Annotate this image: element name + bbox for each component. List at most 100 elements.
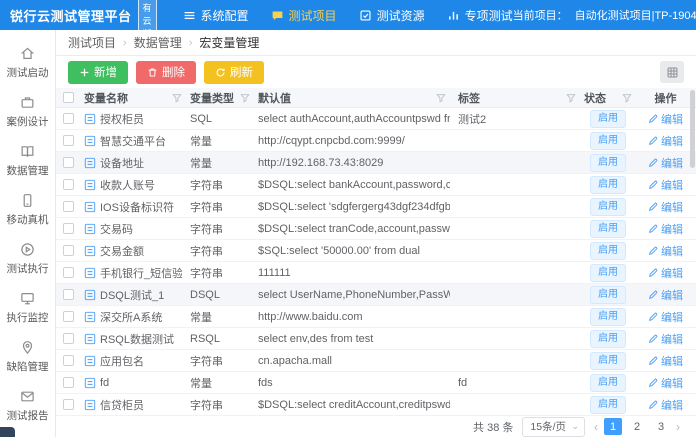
- row-checkbox[interactable]: [63, 245, 74, 256]
- pager: ‹ 1 2 3 ›: [594, 418, 680, 435]
- page-size-select[interactable]: 15条/页 ⌄: [522, 417, 585, 437]
- row-checkbox[interactable]: [63, 311, 74, 322]
- add-button[interactable]: 新增: [68, 61, 128, 84]
- sidebar-item-test-report[interactable]: 测试报告: [0, 381, 55, 430]
- table-row[interactable]: 应用包名 字符串 cn.apacha.mall 启用 编辑: [56, 350, 696, 372]
- row-checkbox[interactable]: [63, 179, 74, 190]
- row-checkbox[interactable]: [63, 201, 74, 212]
- row-checkbox[interactable]: [63, 157, 74, 168]
- current-project-name[interactable]: 自动化测试项目|TP-1904-: [575, 7, 696, 23]
- status-enable-button[interactable]: 启用: [590, 110, 626, 128]
- main-content: 测试项目 › 数据管理 › 宏变量管理 新增 删除 刷新: [56, 30, 696, 437]
- edit-link[interactable]: 编辑: [648, 243, 683, 259]
- prev-page-button[interactable]: ‹: [594, 420, 598, 434]
- macro-variable-table: 变量名称 变量类型 默认值 标签 状态: [56, 88, 696, 416]
- status-enable-button[interactable]: 启用: [590, 220, 626, 238]
- row-checkbox[interactable]: [63, 223, 74, 234]
- sidebar-item-test-execution[interactable]: 测试执行: [0, 234, 55, 283]
- edit-link[interactable]: 编辑: [648, 397, 683, 413]
- page-button-2[interactable]: 2: [628, 418, 646, 435]
- edit-link[interactable]: 编辑: [648, 309, 683, 325]
- table-row[interactable]: 智慧交通平台 常量 http://cqypt.cnpcbd.com:9999/ …: [56, 130, 696, 152]
- table-row[interactable]: 信贷柜员 字符串 $DSQL:select creditAccount,cred…: [56, 394, 696, 416]
- table-row[interactable]: 手机银行_短信验证码 字符串 111111 启用 编辑: [56, 262, 696, 284]
- table-row[interactable]: 交易码 字符串 $DSQL:select tranCode,account,pa…: [56, 218, 696, 240]
- nav-item-system-config[interactable]: 系统配置: [183, 7, 249, 24]
- table-row[interactable]: IOS设备标识符 字符串 $DSQL:select 'sdgfergerg43d…: [56, 196, 696, 218]
- default-value: http://192.168.73.43:8029: [254, 157, 450, 169]
- corner-widget[interactable]: [0, 427, 15, 437]
- edit-link[interactable]: 编辑: [648, 177, 683, 193]
- sidebar-item-mobile-device[interactable]: 移动真机: [0, 185, 55, 234]
- breadcrumb-item-data-management[interactable]: 数据管理: [134, 34, 182, 51]
- edit-link[interactable]: 编辑: [648, 155, 683, 171]
- edit-link[interactable]: 编辑: [648, 287, 683, 303]
- status-enable-button[interactable]: 启用: [590, 154, 626, 172]
- table-row[interactable]: 交易金额 字符串 $SQL:select '50000.00' from dua…: [56, 240, 696, 262]
- status-enable-button[interactable]: 启用: [590, 286, 626, 304]
- status-enable-button[interactable]: 启用: [590, 198, 626, 216]
- breadcrumb-item-test-project[interactable]: 测试项目: [68, 34, 116, 51]
- edit-link[interactable]: 编辑: [648, 133, 683, 149]
- nav-item-test-project[interactable]: 测试项目: [271, 7, 337, 24]
- next-page-button[interactable]: ›: [676, 420, 680, 434]
- pencil-icon: [648, 246, 658, 256]
- status-enable-button[interactable]: 启用: [590, 396, 626, 414]
- sidebar-item-defect-management[interactable]: 缺陷管理: [0, 332, 55, 381]
- filter-icon[interactable]: [172, 93, 182, 103]
- table-row[interactable]: DSQL测试_1 DSQL select UserName,PhoneNumbe…: [56, 284, 696, 306]
- status-enable-button[interactable]: 启用: [590, 352, 626, 370]
- table-row[interactable]: 授权柜员 SQL select authAccount,authAccountp…: [56, 108, 696, 130]
- row-checkbox[interactable]: [63, 333, 74, 344]
- status-enable-button[interactable]: 启用: [590, 242, 626, 260]
- variable-type: 字符串: [186, 265, 254, 281]
- nav-item-special-test[interactable]: 专项测试: [447, 7, 513, 24]
- delete-button[interactable]: 删除: [136, 61, 196, 84]
- status-enable-button[interactable]: 启用: [590, 308, 626, 326]
- edit-link[interactable]: 编辑: [648, 375, 683, 391]
- filter-icon[interactable]: [622, 93, 632, 103]
- page-button-3[interactable]: 3: [652, 418, 670, 435]
- variable-type: 常量: [186, 133, 254, 149]
- edit-link[interactable]: 编辑: [648, 111, 683, 127]
- table-row[interactable]: 设备地址 常量 http://192.168.73.43:8029 启用 编辑: [56, 152, 696, 174]
- row-checkbox[interactable]: [63, 355, 74, 366]
- filter-icon[interactable]: [566, 93, 576, 103]
- variable-type: 字符串: [186, 199, 254, 215]
- table-row[interactable]: 收款人账号 字符串 $DSQL:select bankAccount,passw…: [56, 174, 696, 196]
- pagination: 共 38 条 15条/页 ⌄ ‹ 1 2 3 ›: [56, 416, 696, 437]
- sidebar-item-data-management[interactable]: 数据管理: [0, 136, 55, 185]
- book-icon: [20, 144, 35, 159]
- row-checkbox[interactable]: [63, 267, 74, 278]
- table-row[interactable]: RSQL数据测试 RSQL select env,des from test 启…: [56, 328, 696, 350]
- nav-item-test-resource[interactable]: 测试资源: [359, 7, 425, 24]
- sidebar-item-test-launch[interactable]: 测试启动: [0, 38, 55, 87]
- row-checkbox[interactable]: [63, 113, 74, 124]
- edit-link[interactable]: 编辑: [648, 353, 683, 369]
- table-row[interactable]: 深交所A系统 常量 http://www.baidu.com 启用 编辑: [56, 306, 696, 328]
- page-button-1[interactable]: 1: [604, 418, 622, 435]
- edit-link[interactable]: 编辑: [648, 331, 683, 347]
- row-checkbox[interactable]: [63, 399, 74, 410]
- table-row[interactable]: fd 常量 fds fd 启用 编辑: [56, 372, 696, 394]
- status-enable-button[interactable]: 启用: [590, 176, 626, 194]
- edit-link[interactable]: 编辑: [648, 221, 683, 237]
- sidebar-item-execution-monitor[interactable]: 执行监控: [0, 283, 55, 332]
- row-checkbox[interactable]: [63, 135, 74, 146]
- status-enable-button[interactable]: 启用: [590, 132, 626, 150]
- select-all-checkbox[interactable]: [63, 92, 74, 103]
- status-enable-button[interactable]: 启用: [590, 374, 626, 392]
- status-enable-button[interactable]: 启用: [590, 264, 626, 282]
- edit-link[interactable]: 编辑: [648, 265, 683, 281]
- status-enable-button[interactable]: 启用: [590, 330, 626, 348]
- column-settings-button[interactable]: [660, 61, 684, 83]
- filter-icon[interactable]: [436, 93, 446, 103]
- row-checkbox[interactable]: [63, 377, 74, 388]
- sidebar-item-case-design[interactable]: 案例设计: [0, 87, 55, 136]
- edit-link[interactable]: 编辑: [648, 199, 683, 215]
- refresh-button[interactable]: 刷新: [204, 61, 264, 84]
- scrollbar-thumb[interactable]: [690, 90, 695, 168]
- variable-name: 信贷柜员: [100, 397, 144, 413]
- row-checkbox[interactable]: [63, 289, 74, 300]
- filter-icon[interactable]: [240, 93, 250, 103]
